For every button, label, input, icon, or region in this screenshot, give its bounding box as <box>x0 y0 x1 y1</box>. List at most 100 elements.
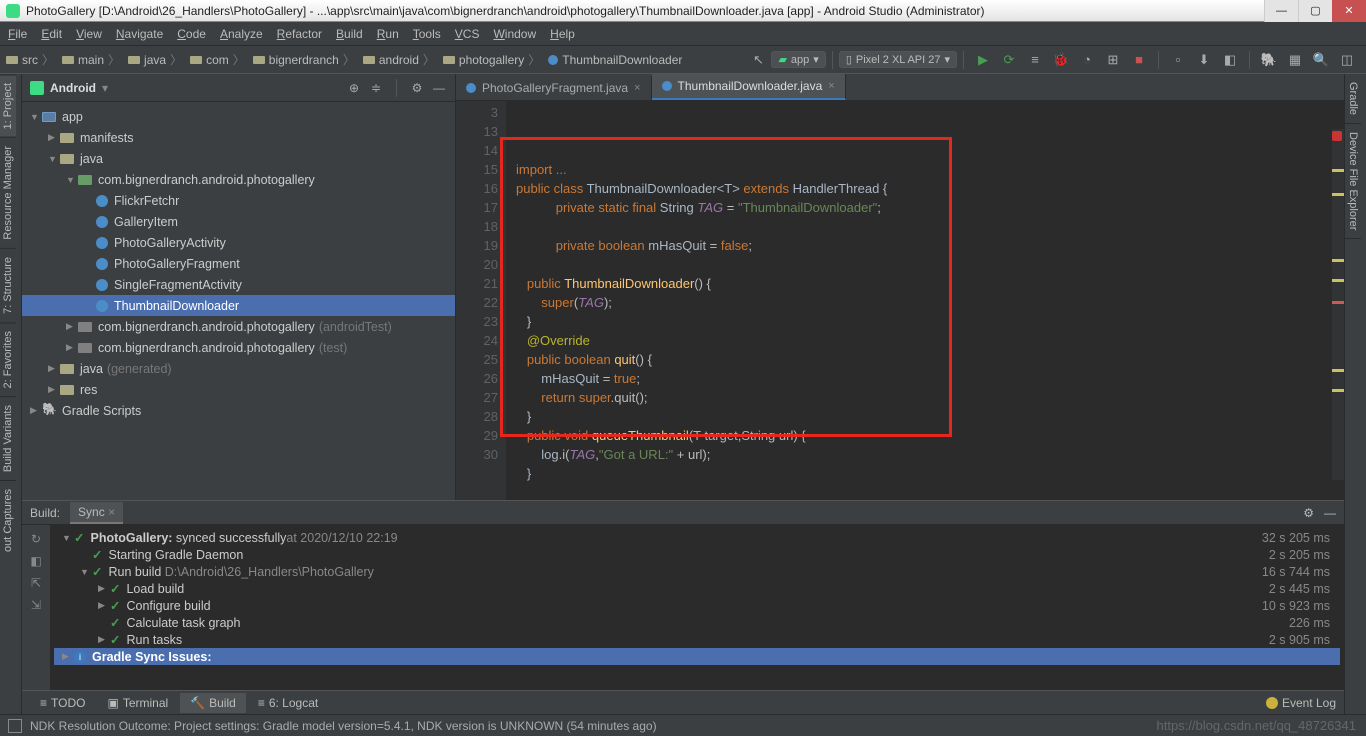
right-tab-device-file-explorer[interactable]: Device File Explorer <box>1345 124 1361 239</box>
run-config-dropdown[interactable]: ▰ app ▾ <box>771 51 825 68</box>
breadcrumb-item[interactable]: src〉 <box>6 51 58 68</box>
tree-gradle-scripts[interactable]: ▶Gradle Scripts <box>22 400 455 421</box>
profiler-icon[interactable]: ◔ <box>1078 51 1096 69</box>
project-structure-icon[interactable]: ▦ <box>1286 51 1304 69</box>
menu-vcs[interactable]: VCS <box>455 27 480 41</box>
project-tree[interactable]: ▼app▶manifests▼java▼com.bignerdranch.and… <box>22 102 455 500</box>
event-log-button[interactable]: Event Log <box>1266 696 1336 710</box>
build-row[interactable]: ▼✓PhotoGallery: synced successfully at 2… <box>54 529 1340 546</box>
attach-debugger-icon[interactable]: ⊞ <box>1104 51 1122 69</box>
line-gutter[interactable]: 3131415161718192021222324252627282930 <box>456 101 506 504</box>
chevron-down-icon[interactable]: ▾ <box>102 81 108 95</box>
build-row[interactable]: ▼✓Run build D:\Android\26_Handlers\Photo… <box>54 563 1340 580</box>
apply-changes-icon[interactable]: ⟳ <box>1000 51 1018 69</box>
editor-tab[interactable]: PhotoGalleryFragment.java× <box>456 76 652 100</box>
build-row[interactable]: ▶iGradle Sync Issues: <box>54 648 1340 665</box>
error-stripe[interactable] <box>1332 129 1344 480</box>
tree-package-main[interactable]: ▼com.bignerdranch.android.photogallery <box>22 169 455 190</box>
toggle-view-icon[interactable]: ◧ <box>28 553 44 569</box>
build-row[interactable]: ✓Starting Gradle Daemon2 s 205 ms <box>54 546 1340 563</box>
tree-class-singlefragmentactivity[interactable]: SingleFragmentActivity <box>22 274 455 295</box>
sdk-manager-icon[interactable]: ⬇ <box>1195 51 1213 69</box>
menu-window[interactable]: Window <box>493 27 536 41</box>
tree-manifests[interactable]: ▶manifests <box>22 127 455 148</box>
expand-icon[interactable]: ⇱ <box>28 575 44 591</box>
menu-navigate[interactable]: Navigate <box>116 27 163 41</box>
tree-class-photogalleryfragment[interactable]: PhotoGalleryFragment <box>22 253 455 274</box>
search-everywhere-icon[interactable]: 🔍 <box>1312 51 1330 69</box>
tab-build[interactable]: 🔨 Build <box>180 693 246 713</box>
avd-manager-icon[interactable]: ▫ <box>1169 51 1187 69</box>
layout-inspector-icon[interactable]: ◧ <box>1221 51 1239 69</box>
device-dropdown[interactable]: ▯ Pixel 2 XL API 27 ▾ <box>839 51 957 68</box>
hide-panel-icon[interactable]: — <box>1324 506 1336 520</box>
breadcrumb-item[interactable]: java〉 <box>128 51 186 68</box>
tree-package-test[interactable]: ▶com.bignerdranch.android.photogallery(t… <box>22 337 455 358</box>
tree-class-flickrfetchr[interactable]: FlickrFetchr <box>22 190 455 211</box>
breadcrumb-item[interactable]: com〉 <box>190 51 249 68</box>
sync-gradle-icon[interactable]: 🐘 <box>1260 51 1278 69</box>
right-tab-gradle[interactable]: Gradle <box>1345 74 1361 124</box>
left-tab-out-captures[interactable]: out Captures <box>0 480 16 560</box>
menu-analyze[interactable]: Analyze <box>220 27 263 41</box>
menu-code[interactable]: Code <box>177 27 206 41</box>
tool-windows-icon[interactable] <box>8 719 22 733</box>
tree-java[interactable]: ▼java <box>22 148 455 169</box>
breadcrumb-item[interactable]: android〉 <box>363 51 439 68</box>
menu-tools[interactable]: Tools <box>413 27 441 41</box>
back-icon[interactable]: ↖ <box>749 51 767 69</box>
run-button[interactable]: ▶ <box>974 51 992 69</box>
gear-icon[interactable]: ⚙ <box>1303 506 1314 520</box>
tree-class-galleryitem[interactable]: GalleryItem <box>22 211 455 232</box>
tree-class-photogalleryactivity[interactable]: PhotoGalleryActivity <box>22 232 455 253</box>
close-tab-icon[interactable]: × <box>828 80 834 92</box>
hide-panel-icon[interactable]: — <box>431 80 447 96</box>
close-button[interactable]: ✕ <box>1332 0 1366 22</box>
project-view-selector[interactable]: Android <box>50 81 96 95</box>
tree-java-generated[interactable]: ▶java(generated) <box>22 358 455 379</box>
restart-icon[interactable]: ↻ <box>28 531 44 547</box>
settings-icon[interactable]: ◫ <box>1338 51 1356 69</box>
editor-tab[interactable]: ThumbnailDownloader.java× <box>652 74 846 100</box>
tree-res[interactable]: ▶res <box>22 379 455 400</box>
build-sync-tab[interactable]: Sync × <box>70 502 123 524</box>
tab-terminal[interactable]: ▣ Terminal <box>97 693 178 713</box>
menu-build[interactable]: Build <box>336 27 363 41</box>
build-row[interactable]: ▶✓Load build2 s 445 ms <box>54 580 1340 597</box>
breadcrumb-item[interactable]: main〉 <box>62 51 124 68</box>
left-tab----favorites[interactable]: 2: Favorites <box>0 322 16 396</box>
breadcrumb-item[interactable]: photogallery〉 <box>443 51 544 68</box>
close-tab-icon[interactable]: × <box>634 82 640 94</box>
menu-help[interactable]: Help <box>550 27 575 41</box>
collapse-icon[interactable]: ⇲ <box>28 597 44 613</box>
gear-icon[interactable]: ⚙ <box>409 80 425 96</box>
left-tab-build-variants[interactable]: Build Variants <box>0 396 16 480</box>
breadcrumb-item[interactable]: ThumbnailDownloader <box>548 53 682 67</box>
code-content[interactable]: import ...public class ThumbnailDownload… <box>506 101 1344 504</box>
menu-view[interactable]: View <box>76 27 102 41</box>
select-opened-file-icon[interactable]: ⊕ <box>346 80 362 96</box>
debug-button[interactable]: 🐞 <box>1052 51 1070 69</box>
menu-run[interactable]: Run <box>377 27 399 41</box>
maximize-button[interactable]: ▢ <box>1298 0 1332 22</box>
error-badge-icon[interactable] <box>1332 131 1342 141</box>
build-row[interactable]: ✓Calculate task graph226 ms <box>54 614 1340 631</box>
build-row[interactable]: ▶✓Run tasks2 s 905 ms <box>54 631 1340 648</box>
build-output-tree[interactable]: ▼✓PhotoGallery: synced successfully at 2… <box>50 525 1344 690</box>
menu-refactor[interactable]: Refactor <box>277 27 322 41</box>
tree-app-module[interactable]: ▼app <box>22 106 455 127</box>
minimize-button[interactable]: — <box>1264 0 1298 22</box>
tab-logcat[interactable]: ≡ 6: Logcat <box>248 693 328 713</box>
menu-edit[interactable]: Edit <box>41 27 62 41</box>
menu-file[interactable]: File <box>8 27 27 41</box>
stop-button[interactable]: ■ <box>1130 51 1148 69</box>
tree-class-thumbnaildownloader[interactable]: ThumbnailDownloader <box>22 295 455 316</box>
breadcrumb-item[interactable]: bignerdranch〉 <box>253 51 359 68</box>
build-row[interactable]: ▶✓Configure build10 s 923 ms <box>54 597 1340 614</box>
left-tab----project[interactable]: 1: Project <box>0 74 16 137</box>
tree-package-androidtest[interactable]: ▶com.bignerdranch.android.photogallery(a… <box>22 316 455 337</box>
left-tab-resource-manager[interactable]: Resource Manager <box>0 137 16 248</box>
tab-todo[interactable]: ≡ TODO <box>30 693 95 713</box>
expand-all-icon[interactable]: ≑ <box>368 80 384 96</box>
apply-code-icon[interactable]: ≡ <box>1026 51 1044 69</box>
